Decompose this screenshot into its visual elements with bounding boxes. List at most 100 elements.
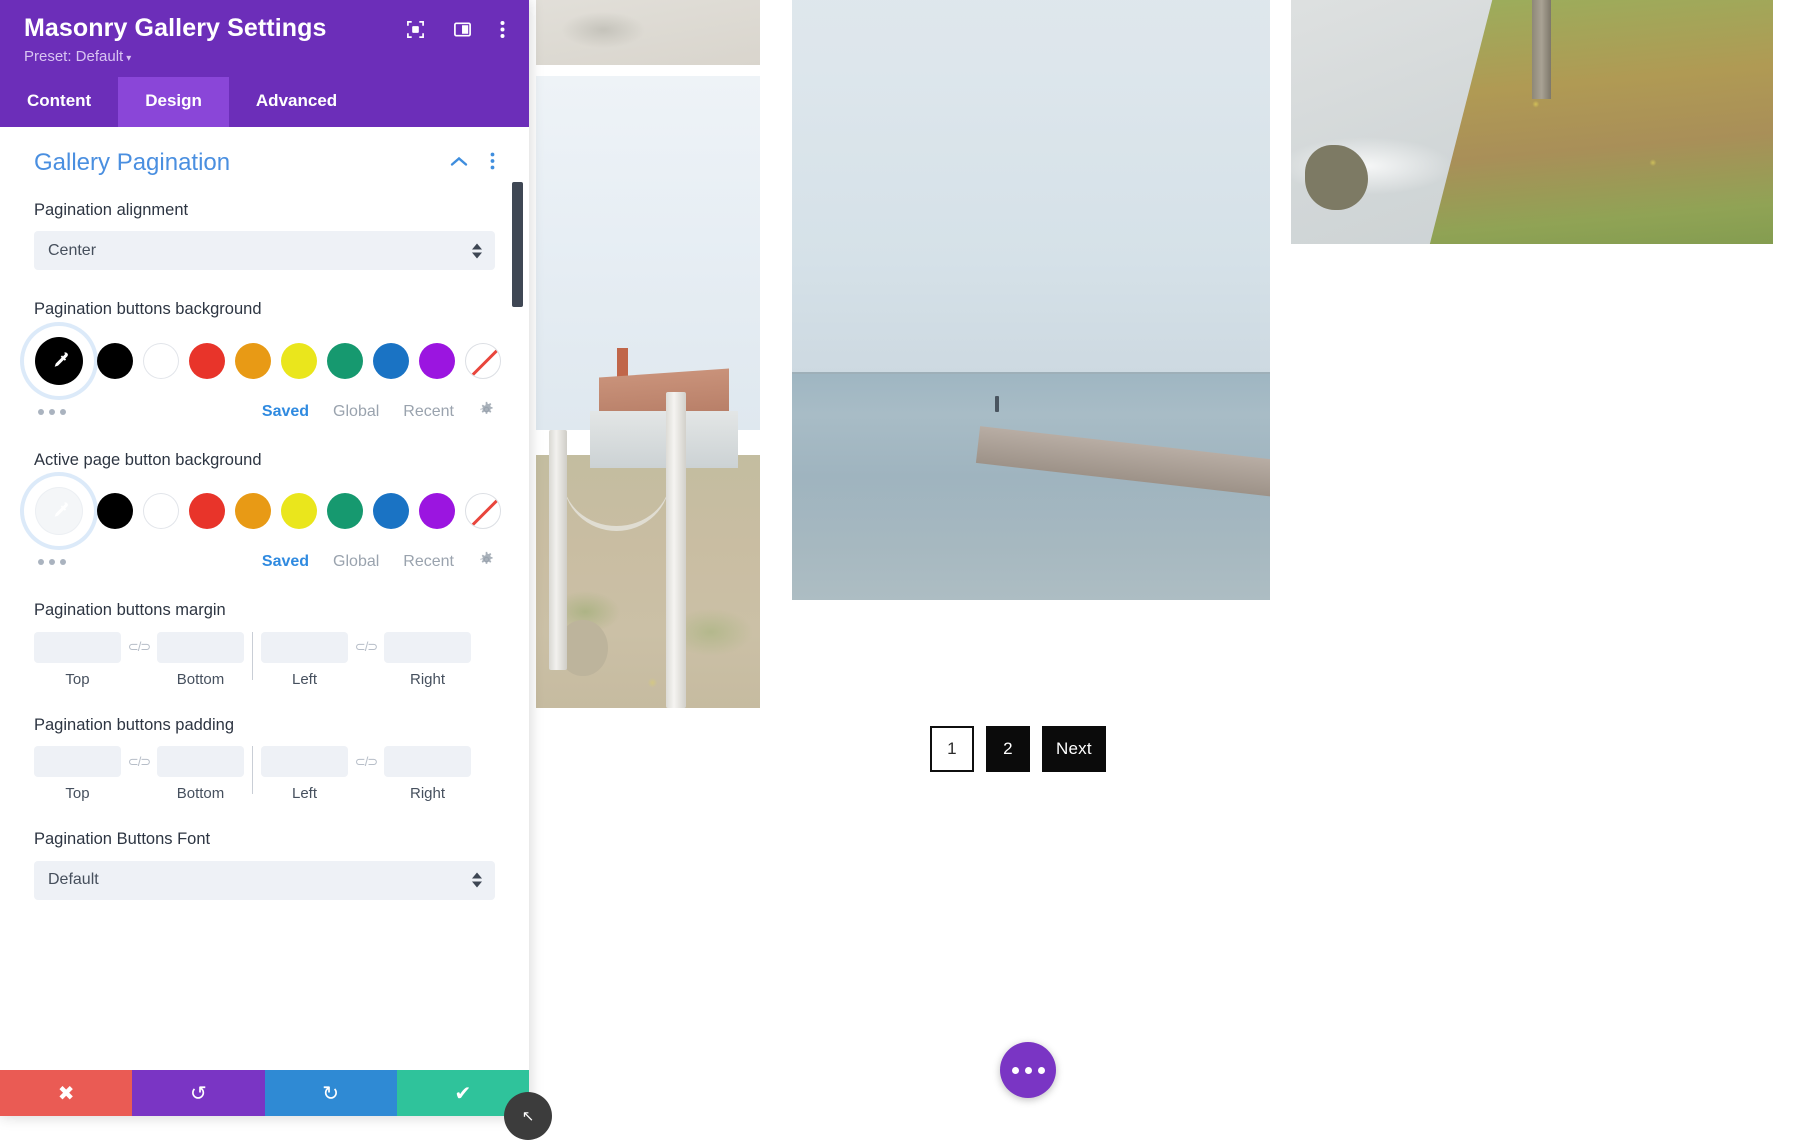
pagination-page-2[interactable]: 2: [986, 726, 1030, 772]
panel-action-bar: ✖ ↺ ↻ ✔: [0, 1070, 529, 1116]
panel-preset-label: Preset: Default: [24, 48, 123, 65]
field-label: Pagination buttons margin: [34, 599, 495, 622]
color-swatch-red[interactable]: [189, 343, 225, 379]
field-pagination-buttons-margin: Pagination buttons margin Top ⊂/⊃ Bottom: [34, 599, 495, 687]
pagination-buttons-font-select[interactable]: Default: [34, 861, 495, 900]
color-swatch-blue[interactable]: [373, 493, 409, 529]
section-title: Gallery Pagination: [34, 149, 230, 177]
pagination-page-1[interactable]: 1: [930, 726, 974, 772]
padding-top-input[interactable]: [34, 746, 121, 777]
color-swatch-green[interactable]: [327, 343, 363, 379]
color-swatch-white[interactable]: [143, 343, 179, 379]
pagination-next-button[interactable]: Next: [1042, 726, 1106, 772]
field-pagination-buttons-font: Pagination Buttons Font Default: [34, 828, 495, 899]
link-broken-icon[interactable]: ⊂/⊃: [121, 632, 157, 663]
field-label: Pagination alignment: [34, 199, 495, 222]
color-swatch-black[interactable]: [97, 493, 133, 529]
ellipsis-icon[interactable]: [38, 559, 66, 565]
margin-right-label: Right: [410, 671, 445, 688]
color-tab-recent[interactable]: Recent: [403, 403, 454, 421]
color-swatch-transparent[interactable]: [465, 493, 501, 529]
margin-quad-inputs: Top ⊂/⊃ Bottom Left ⊂/⊃ Righ: [34, 632, 495, 688]
more-options-fab[interactable]: [1000, 1042, 1056, 1098]
color-swatch-black[interactable]: [97, 343, 133, 379]
gear-icon[interactable]: [478, 551, 495, 573]
margin-top-input[interactable]: [34, 632, 121, 663]
field-label: Pagination buttons background: [34, 298, 495, 321]
color-swatch-row: [34, 331, 495, 391]
color-swatch-yellow[interactable]: [281, 493, 317, 529]
undo-button[interactable]: ↺: [132, 1070, 264, 1116]
redo-button[interactable]: ↻: [265, 1070, 397, 1116]
image-rock: [1305, 145, 1368, 210]
color-swatch-blue[interactable]: [373, 343, 409, 379]
padding-right-input[interactable]: [384, 746, 471, 777]
gear-icon[interactable]: [478, 401, 495, 423]
margin-right-input[interactable]: [384, 632, 471, 663]
padding-bottom-label: Bottom: [177, 785, 225, 802]
color-tab-recent[interactable]: Recent: [403, 553, 454, 571]
panel-preset-selector[interactable]: Preset: Default▾: [24, 48, 505, 77]
color-swatch-purple[interactable]: [419, 493, 455, 529]
color-swatch-meta-row: Saved Global Recent: [34, 551, 495, 573]
padding-left-label: Left: [292, 785, 317, 802]
color-tab-global[interactable]: Global: [333, 403, 379, 421]
focus-target-icon[interactable]: [406, 20, 425, 39]
color-tab-saved[interactable]: Saved: [262, 403, 309, 421]
gallery-image-cliff[interactable]: [1291, 0, 1773, 244]
eyedropper-icon: [48, 500, 70, 522]
color-swatch-red[interactable]: [189, 493, 225, 529]
color-tab-saved[interactable]: Saved: [262, 553, 309, 571]
padding-left-input[interactable]: [261, 746, 348, 777]
chevron-down-icon: ▾: [126, 53, 131, 64]
padding-right-label: Right: [410, 785, 445, 802]
tab-design[interactable]: Design: [118, 77, 229, 127]
margin-bottom-label: Bottom: [177, 671, 225, 688]
color-swatch-purple[interactable]: [419, 343, 455, 379]
panel-resize-handle[interactable]: ↖: [504, 1092, 552, 1140]
field-pagination-buttons-background: Pagination buttons background: [34, 298, 495, 422]
active-color-swatch-buttons-bg[interactable]: [29, 331, 89, 391]
margin-bottom-input[interactable]: [157, 632, 244, 663]
section-header-gallery-pagination: Gallery Pagination: [34, 149, 495, 177]
color-swatch-meta-row: Saved Global Recent: [34, 401, 495, 423]
color-swatch-transparent[interactable]: [465, 343, 501, 379]
gallery-image-rope-fence[interactable]: [536, 76, 760, 708]
field-active-page-button-background: Active page button background: [34, 449, 495, 573]
image-person: [995, 396, 999, 412]
link-broken-icon[interactable]: ⊂/⊃: [348, 746, 384, 777]
panel-title: Masonry Gallery Settings: [24, 14, 327, 43]
field-label: Pagination buttons padding: [34, 714, 495, 737]
image-house: [590, 411, 738, 468]
fab-dot: [1038, 1067, 1045, 1074]
chevron-up-icon[interactable]: [450, 154, 468, 172]
color-swatch-green[interactable]: [327, 493, 363, 529]
link-broken-icon[interactable]: ⊂/⊃: [121, 746, 157, 777]
panel-scrollbar-thumb[interactable]: [512, 182, 523, 307]
margin-left-input[interactable]: [261, 632, 348, 663]
gallery-image-pier[interactable]: [792, 0, 1270, 600]
ellipsis-icon[interactable]: [38, 409, 66, 415]
tab-advanced[interactable]: Advanced: [229, 77, 364, 127]
padding-bottom-input[interactable]: [157, 746, 244, 777]
active-color-swatch-active-page-bg[interactable]: [29, 481, 89, 541]
eyedropper-icon: [48, 350, 70, 372]
gallery-image-dune[interactable]: [536, 0, 760, 65]
color-tab-global[interactable]: Global: [333, 553, 379, 571]
image-fence-post-right: [666, 392, 686, 708]
pagination-alignment-select[interactable]: Center: [34, 231, 495, 270]
tab-content[interactable]: Content: [0, 77, 118, 127]
kebab-menu-icon[interactable]: [500, 20, 505, 39]
color-swatch-white[interactable]: [143, 493, 179, 529]
color-swatch-orange[interactable]: [235, 343, 271, 379]
color-swatch-yellow[interactable]: [281, 343, 317, 379]
field-label: Pagination Buttons Font: [34, 828, 495, 851]
field-label: Active page button background: [34, 449, 495, 472]
panel-body: Gallery Pagination Pagin: [0, 127, 529, 1070]
cancel-button[interactable]: ✖: [0, 1070, 132, 1116]
module-settings-panel: Masonry Gallery Settings: [0, 0, 529, 1116]
layout-panel-icon[interactable]: [453, 20, 472, 39]
color-swatch-orange[interactable]: [235, 493, 271, 529]
link-broken-icon[interactable]: ⊂/⊃: [348, 632, 384, 663]
section-kebab-menu-icon[interactable]: [490, 152, 495, 175]
